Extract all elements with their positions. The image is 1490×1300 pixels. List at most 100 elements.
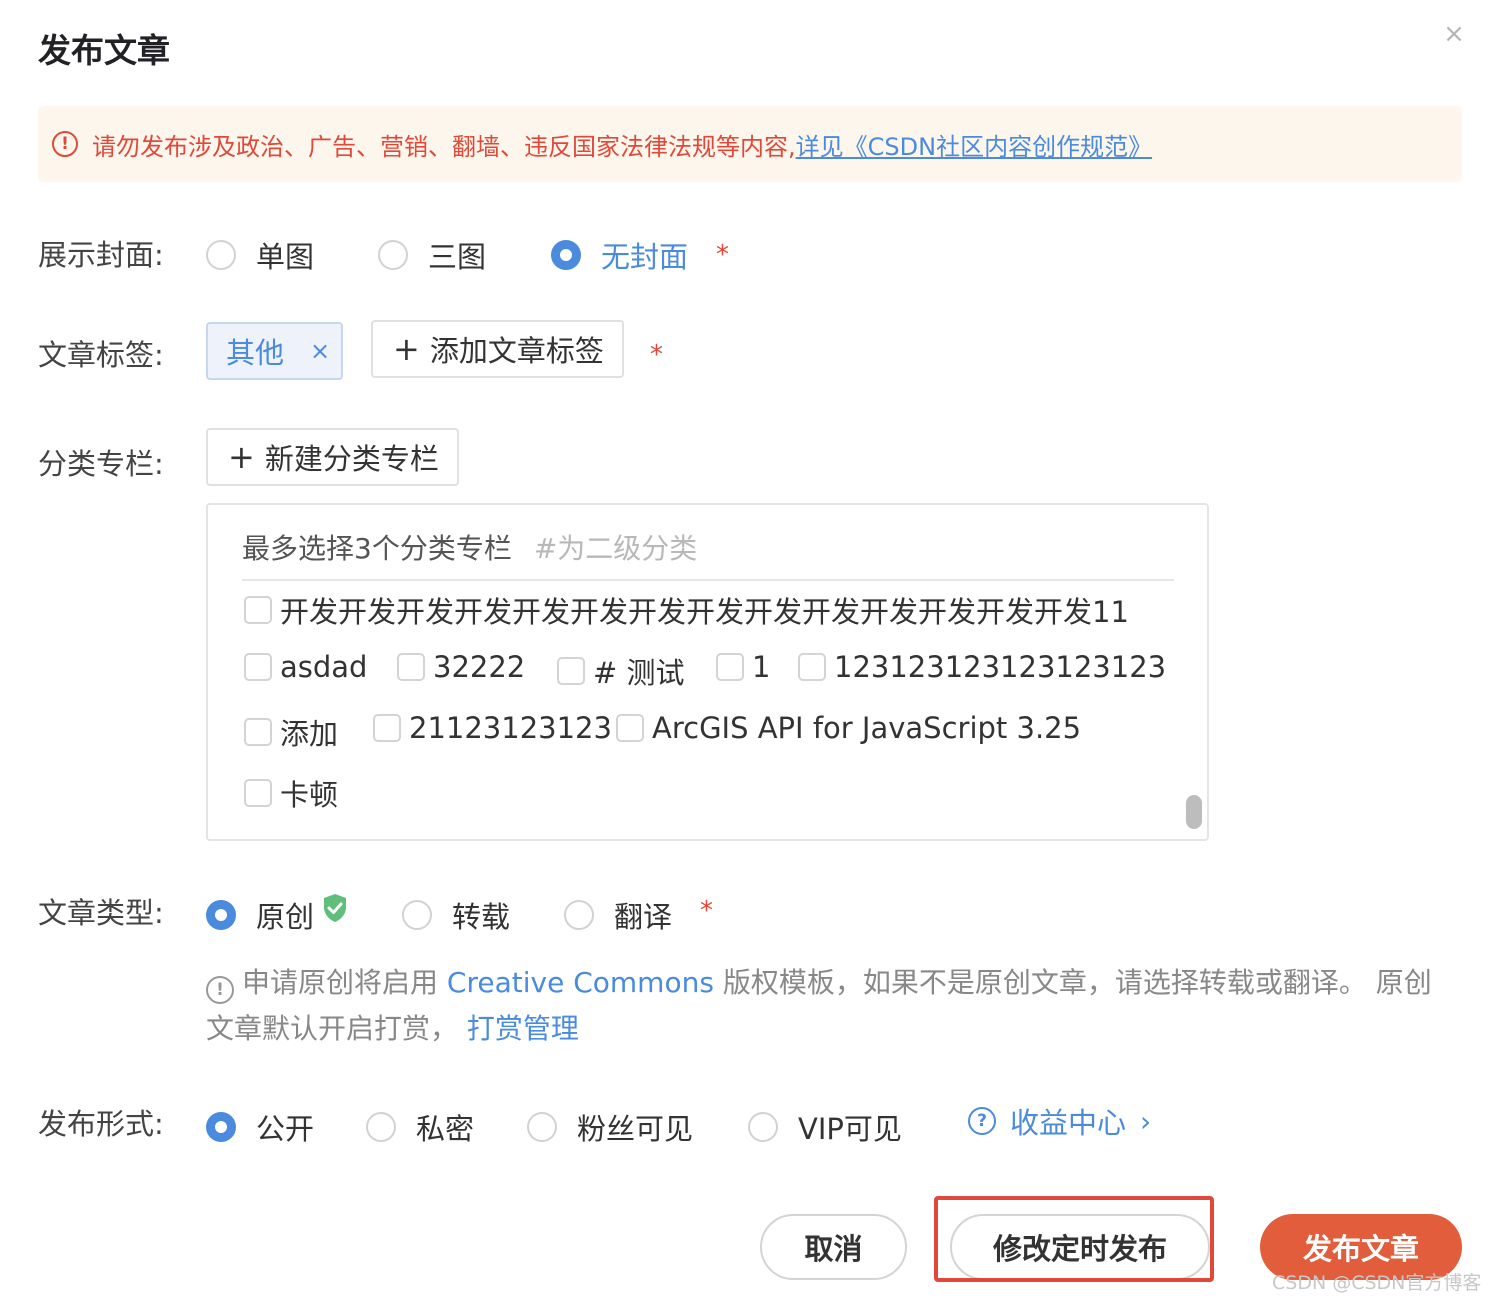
visibility-option-private[interactable]: 私密 [366,1106,474,1148]
checkbox-icon [616,714,644,742]
checkbox-icon [244,596,272,624]
category-option[interactable]: # 测试 [557,650,685,692]
radio-icon [748,1112,778,1142]
radio-icon [206,240,236,270]
reward-management-link[interactable]: 打赏管理 [467,1012,579,1045]
radio-label: 粉丝可见 [577,1112,694,1146]
visibility-option-public[interactable]: 公开 [206,1106,314,1148]
radio-label: 无封面 [601,240,689,274]
checkbox-icon [798,653,826,681]
info-part1: 申请原创将启用 [242,966,439,999]
category-option[interactable]: 123123123123123123 [798,650,1166,684]
cancel-button[interactable]: 取消 [760,1214,907,1280]
type-option-original[interactable]: 原创 [206,894,348,936]
radio-label: 三图 [428,240,487,274]
checkbox-icon [716,653,744,681]
category-hint: #为二级分类 [533,532,698,565]
required-mark: * [716,240,729,270]
radio-checked-icon [551,240,581,270]
new-category-label: 新建分类专栏 [264,442,439,476]
radio-checked-icon [206,1112,236,1142]
visibility-option-vip[interactable]: VIP可见 [748,1106,902,1148]
dialog-title: 发布文章 [38,31,170,70]
help-icon: ? [968,1107,996,1135]
divider [242,579,1174,581]
tags-label: 文章标签: [38,338,164,372]
radio-label: 私密 [416,1112,475,1146]
new-category-button[interactable]: + 新建分类专栏 [206,428,459,486]
notice-text: 请勿发布涉及政治、广告、营销、翻墙、违反国家法律法规等内容, [92,132,796,161]
cover-option-none[interactable]: 无封面 [551,234,688,276]
category-option-label: 添加 [280,717,339,751]
radio-icon [402,900,432,930]
category-option[interactable]: 开发开发开发开发开发开发开发开发开发开发开发开发开发开发11 [244,589,1129,631]
cover-label: 展示封面: [38,238,164,272]
policy-link[interactable]: 详见《CSDN社区内容创作规范》 [796,127,1152,162]
chevron-right-icon: › [1140,1104,1152,1138]
category-option[interactable]: 添加 [244,711,338,753]
checkbox-icon [244,718,272,746]
category-option[interactable]: ArcGIS API for JavaScript 3.25 [616,711,1081,745]
policy-notice: ! 请勿发布涉及政治、广告、营销、翻墙、违反国家法律法规等内容, 详见《CSDN… [38,106,1462,182]
category-option[interactable]: 1 [716,650,770,684]
scrollbar-thumb[interactable] [1186,795,1202,829]
category-max-text: 最多选择3个分类专栏 [242,532,512,565]
visibility-label: 发布形式: [38,1107,164,1141]
radio-checked-icon [206,900,236,930]
checkbox-icon [244,653,272,681]
tag-remove-icon[interactable]: × [310,337,330,365]
creative-commons-link[interactable]: Creative Commons [447,966,714,999]
category-panel-header: 最多选择3个分类专栏 #为二级分类 [242,527,697,567]
category-option-label: 开发开发开发开发开发开发开发开发开发开发开发开发开发开发11 [280,595,1129,629]
category-option-label: 32222 [433,650,526,684]
category-option-label: asdad [280,650,368,684]
checkbox-icon [397,653,425,681]
checkbox-icon [373,714,401,742]
category-option[interactable]: 卡顿 [244,772,338,814]
radio-label: 翻译 [614,900,673,934]
category-option[interactable]: 21123123123 [373,711,612,745]
tag-label: 其他 [226,336,285,370]
category-option-label: 1 [752,650,771,684]
radio-icon [366,1112,396,1142]
tag-chip[interactable]: 其他 × [206,322,343,380]
category-option-label: # 测试 [593,656,685,690]
category-option-label: ArcGIS API for JavaScript 3.25 [652,711,1082,745]
plus-icon: + [228,438,255,476]
category-option-label: 21123123123 [409,711,612,745]
radio-label: 公开 [256,1112,315,1146]
income-center-label: 收益中心 [1010,1106,1127,1140]
warning-icon: ! [52,131,78,157]
cover-option-single[interactable]: 单图 [206,234,314,276]
visibility-option-fans[interactable]: 粉丝可见 [527,1106,693,1148]
required-mark: * [700,896,713,926]
add-tag-button[interactable]: + 添加文章标签 [371,320,624,378]
checkbox-icon [557,657,585,685]
close-icon[interactable]: × [1440,20,1468,48]
radio-label: 单图 [256,240,315,274]
add-tag-label: 添加文章标签 [429,334,604,368]
category-label: 分类专栏: [38,447,164,481]
radio-label: 原创 [256,900,315,934]
plus-icon: + [393,330,420,368]
checkbox-icon [244,779,272,807]
watermark: CSDN @CSDN官方博客 [1272,1272,1482,1294]
category-option-label: 卡顿 [280,778,339,812]
required-mark: * [650,340,663,370]
category-option-label: 123123123123123123 [834,650,1167,684]
article-type-label: 文章类型: [38,896,164,930]
radio-label: 转载 [452,900,511,934]
category-option[interactable]: 32222 [397,650,525,684]
radio-icon [564,900,594,930]
type-option-repost[interactable]: 转载 [402,894,510,936]
income-center-link[interactable]: ? 收益中心 › [968,1100,1151,1142]
category-select-panel: 最多选择3个分类专栏 #为二级分类 开发开发开发开发开发开发开发开发开发开发开发开… [206,503,1209,841]
original-info-text: ! 申请原创将启用 Creative Commons 版权模板，如果不是原创文章，… [206,960,1456,1052]
cover-option-triple[interactable]: 三图 [378,234,486,276]
highlight-frame [934,1196,1214,1282]
radio-icon [527,1112,557,1142]
shield-check-icon [322,893,348,923]
radio-icon [378,240,408,270]
category-option[interactable]: asdad [244,650,367,684]
type-option-translation[interactable]: 翻译 [564,894,672,936]
